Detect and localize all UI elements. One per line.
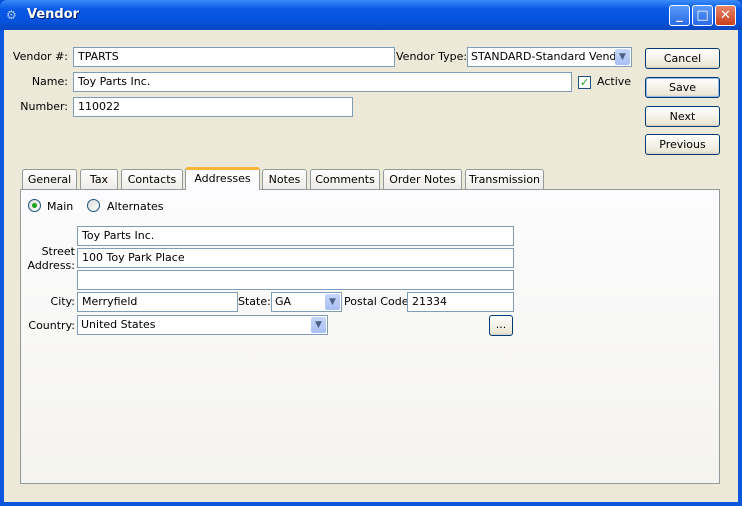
maximize-button[interactable]: □ xyxy=(692,5,713,26)
city-label: City: xyxy=(50,295,75,308)
alternates-label: Alternates xyxy=(107,200,164,213)
number-input[interactable]: 110022 xyxy=(73,97,353,117)
chevron-down-icon: ▼ xyxy=(311,317,326,333)
close-button[interactable]: ✕ xyxy=(715,5,736,26)
tab-transmission[interactable]: Transmission xyxy=(465,169,544,190)
vendor-number-input[interactable]: TPARTS xyxy=(73,47,395,67)
vendor-window: ⚙ Vendor _ □ ✕ Vendor #: TPARTS Vendor T… xyxy=(0,0,742,506)
street-label-line1: Street xyxy=(41,245,75,258)
number-label: Number: xyxy=(20,100,68,113)
previous-button[interactable]: Previous xyxy=(645,134,720,155)
tab-notes[interactable]: Notes xyxy=(262,169,307,190)
city-input[interactable]: Merryfield xyxy=(77,292,238,312)
state-select[interactable]: GA ▼ xyxy=(271,292,342,312)
name-label: Name: xyxy=(31,75,68,88)
gears-icon: ⚙ xyxy=(6,8,17,22)
country-select[interactable]: United States ▼ xyxy=(77,315,328,335)
cancel-button[interactable]: Cancel xyxy=(645,48,720,69)
vendor-type-label: Vendor Type: xyxy=(396,50,468,63)
minimize-button[interactable]: _ xyxy=(669,5,690,26)
close-icon: ✕ xyxy=(720,8,731,23)
street-line2-input[interactable]: 100 Toy Park Place xyxy=(77,248,514,268)
main-label: Main xyxy=(47,200,74,213)
chevron-down-icon: ▼ xyxy=(325,294,340,310)
address-more-button[interactable]: ... xyxy=(489,315,513,336)
vendor-type-select[interactable]: STANDARD-Standard Vendor ▼ xyxy=(467,47,632,67)
state-value: GA xyxy=(275,295,292,308)
vendor-number-label: Vendor #: xyxy=(12,50,68,63)
active-checkbox[interactable]: ✓ xyxy=(578,76,591,89)
country-label: Country: xyxy=(28,319,75,332)
alternates-radio[interactable] xyxy=(87,199,100,212)
title-bar[interactable]: ⚙ Vendor _ □ ✕ xyxy=(0,0,742,30)
tab-comments[interactable]: Comments xyxy=(310,169,380,190)
tab-contacts[interactable]: Contacts xyxy=(121,169,183,190)
active-label: Active xyxy=(597,75,632,88)
chevron-down-icon: ▼ xyxy=(615,49,630,65)
minimize-icon: _ xyxy=(676,8,683,23)
street-line3-input[interactable] xyxy=(77,270,514,290)
street-line1-input[interactable]: Toy Parts Inc. xyxy=(77,226,514,246)
name-input[interactable]: Toy Parts Inc. xyxy=(73,72,572,92)
next-button[interactable]: Next xyxy=(645,106,720,127)
postal-code-input[interactable]: 21334 xyxy=(407,292,514,312)
tab-tax[interactable]: Tax xyxy=(80,169,118,190)
main-radio[interactable] xyxy=(28,199,41,212)
save-button[interactable]: Save xyxy=(645,77,720,98)
postal-code-label: Postal Code: xyxy=(344,295,413,308)
addresses-panel: Main Alternates Street Address: Toy Part… xyxy=(20,189,720,484)
tab-order-notes[interactable]: Order Notes xyxy=(383,169,462,190)
maximize-icon: □ xyxy=(696,8,709,23)
tab-general[interactable]: General xyxy=(22,169,77,190)
checkmark-icon: ✓ xyxy=(579,76,590,89)
state-label: State: xyxy=(238,295,271,308)
vendor-type-value: STANDARD-Standard Vendor xyxy=(471,50,628,63)
tab-addresses[interactable]: Addresses xyxy=(185,167,260,190)
street-label-line2: Address: xyxy=(27,259,75,272)
window-title: Vendor xyxy=(27,7,80,22)
country-value: United States xyxy=(81,318,156,331)
